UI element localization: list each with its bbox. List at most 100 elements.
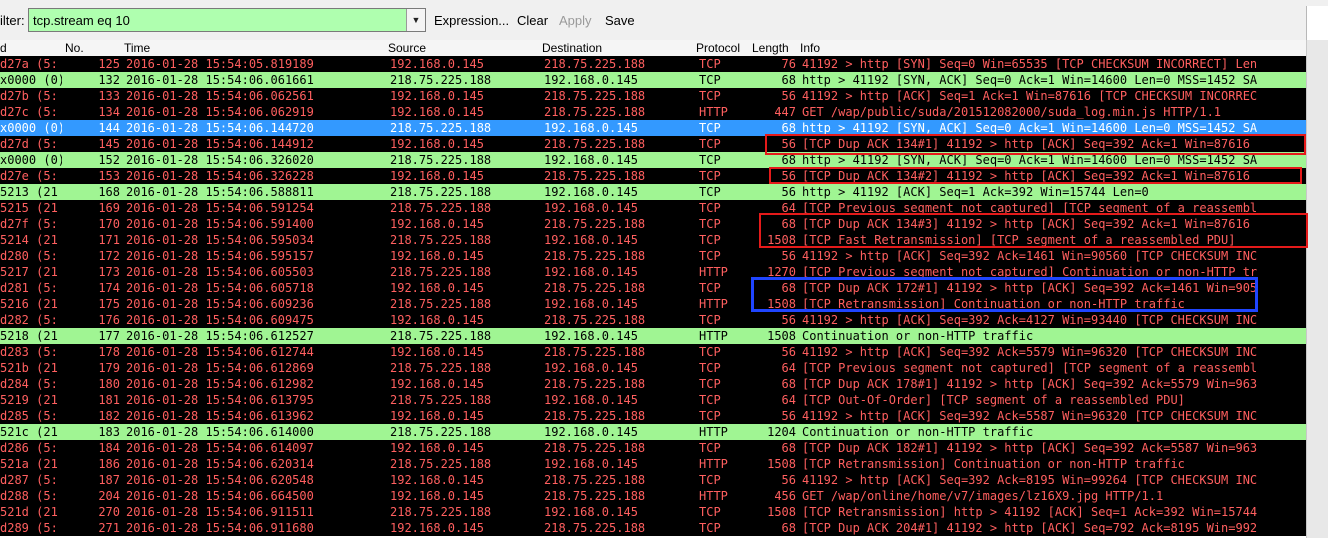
packet-info: 41192 > http [ACK] Seq=1 Ack=1 Win=87616… <box>802 89 1258 103</box>
packet-length: 1270 <box>767 265 796 279</box>
packet-id: 5219 (21 <box>0 393 58 407</box>
packet-destination: 218.75.225.188 <box>544 249 646 263</box>
packet-length: 68 <box>781 73 796 87</box>
packet-row[interactable]: d286 (5: 184 2016-01-28 15:54:06.614097 192… <box>0 440 1306 456</box>
packet-id: 5214 (21 <box>0 233 58 247</box>
packet-source: 192.168.0.145 <box>390 489 484 503</box>
packet-time: 2016-01-28 15:54:06.144912 <box>126 137 314 151</box>
packet-protocol: TCP <box>699 377 721 391</box>
packet-time: 2016-01-28 15:54:06.591254 <box>126 201 314 215</box>
packet-row[interactable]: d280 (5: 172 2016-01-28 15:54:06.595157 192… <box>0 248 1306 264</box>
packet-id: d287 (5: <box>0 473 58 487</box>
packet-protocol: TCP <box>699 313 721 327</box>
packet-row[interactable]: d282 (5: 176 2016-01-28 15:54:06.609475 192… <box>0 312 1306 328</box>
packet-row[interactable]: d27d (5: 145 2016-01-28 15:54:06.144912 192… <box>0 136 1306 152</box>
packet-id: d282 (5: <box>0 313 58 327</box>
packet-row[interactable]: x0000 (0) 152 2016-01-28 15:54:06.326020 21… <box>0 152 1306 168</box>
packet-time: 2016-01-28 15:54:06.614000 <box>126 425 314 439</box>
packet-row[interactable]: 5215 (21 169 2016-01-28 15:54:06.591254 218… <box>0 200 1306 216</box>
column-header-time[interactable]: Time <box>124 40 150 56</box>
packet-number: 184 <box>98 441 120 455</box>
packet-number: 181 <box>98 393 120 407</box>
column-header-protocol[interactable]: Protocol <box>696 40 740 56</box>
vertical-scrollbar[interactable] <box>1306 40 1328 538</box>
packet-length: 1508 <box>767 297 796 311</box>
packet-info: http > 41192 [SYN, ACK] Seq=0 Ack=1 Win=… <box>802 153 1258 167</box>
packet-row[interactable]: d27e (5: 153 2016-01-28 15:54:06.326228 192… <box>0 168 1306 184</box>
packet-number: 170 <box>98 217 120 231</box>
packet-id: 5217 (21 <box>0 265 58 279</box>
packet-row[interactable]: d27f (5: 170 2016-01-28 15:54:06.591400 192… <box>0 216 1306 232</box>
clear-button[interactable]: Clear <box>517 13 548 28</box>
packet-row[interactable]: d281 (5: 174 2016-01-28 15:54:06.605718 192… <box>0 280 1306 296</box>
packet-protocol: TCP <box>699 121 721 135</box>
packet-protocol: TCP <box>699 473 721 487</box>
packet-row[interactable]: 5217 (21 173 2016-01-28 15:54:06.605503 218… <box>0 264 1306 280</box>
packet-info: [TCP Retransmission] http > 41192 [ACK] … <box>802 505 1258 519</box>
packet-row[interactable]: d283 (5: 178 2016-01-28 15:54:06.612744 192… <box>0 344 1306 360</box>
apply-button[interactable]: Apply <box>559 13 592 28</box>
packet-info: http > 41192 [SYN, ACK] Seq=0 Ack=1 Win=… <box>802 121 1258 135</box>
packet-destination: 192.168.0.145 <box>544 361 638 375</box>
chevron-down-icon[interactable]: ▼ <box>406 9 425 31</box>
packet-destination: 192.168.0.145 <box>544 233 638 247</box>
filter-label: ilter: <box>0 13 25 28</box>
packet-row[interactable]: 521b (21 179 2016-01-28 15:54:06.612869 218… <box>0 360 1306 376</box>
display-filter-input[interactable] <box>33 12 403 28</box>
packet-time: 2016-01-28 15:54:06.591400 <box>126 217 314 231</box>
packet-id: d284 (5: <box>0 377 58 391</box>
packet-destination: 192.168.0.145 <box>544 201 638 215</box>
packet-row[interactable]: d285 (5: 182 2016-01-28 15:54:06.613962 192… <box>0 408 1306 424</box>
packet-row[interactable]: 521d (21 270 2016-01-28 15:54:06.911511 218… <box>0 504 1306 520</box>
packet-row[interactable]: 5213 (21 168 2016-01-28 15:54:06.588811 218… <box>0 184 1306 200</box>
packet-source: 192.168.0.145 <box>390 169 484 183</box>
packet-row[interactable]: d288 (5: 204 2016-01-28 15:54:06.664500 192… <box>0 488 1306 504</box>
packet-row[interactable]: 5218 (21 177 2016-01-28 15:54:06.612527 218… <box>0 328 1306 344</box>
packet-protocol: HTTP <box>699 329 728 343</box>
packet-length: 447 <box>774 105 796 119</box>
packet-source: 192.168.0.145 <box>390 409 484 423</box>
packet-row[interactable]: d27a (5: 125 2016-01-28 15:54:05.819189 192… <box>0 56 1306 72</box>
packet-row[interactable]: 5219 (21 181 2016-01-28 15:54:06.613795 218… <box>0 392 1306 408</box>
packet-row[interactable]: 5216 (21 175 2016-01-28 15:54:06.609236 218… <box>0 296 1306 312</box>
column-header-destination[interactable]: Destination <box>542 40 602 56</box>
packet-id: 5213 (21 <box>0 185 58 199</box>
packet-row[interactable]: x0000 (0) 144 2016-01-28 15:54:06.144720 21… <box>0 120 1306 136</box>
packet-source: 192.168.0.145 <box>390 441 484 455</box>
packet-id: 521d (21 <box>0 505 58 519</box>
column-header-info[interactable]: Info <box>800 40 820 56</box>
packet-row[interactable]: d284 (5: 180 2016-01-28 15:54:06.612982 192… <box>0 376 1306 392</box>
packet-protocol: HTTP <box>699 489 728 503</box>
packet-row[interactable]: d289 (5: 271 2016-01-28 15:54:06.911680 192… <box>0 520 1306 536</box>
packet-row[interactable]: d27c (5: 134 2016-01-28 15:54:06.062919 192… <box>0 104 1306 120</box>
packet-length: 56 <box>781 89 796 103</box>
column-header-id[interactable]: d <box>0 40 7 56</box>
packet-row[interactable]: 521a (21 186 2016-01-28 15:54:06.620314 218… <box>0 456 1306 472</box>
packet-destination: 218.75.225.188 <box>544 473 646 487</box>
save-button[interactable]: Save <box>605 13 635 28</box>
packet-id: 5215 (21 <box>0 201 58 215</box>
column-header-length[interactable]: Length <box>752 40 789 56</box>
packet-number: 134 <box>98 105 120 119</box>
packet-destination: 218.75.225.188 <box>544 137 646 151</box>
packet-protocol: HTTP <box>699 265 728 279</box>
packet-row[interactable]: d27b (5: 133 2016-01-28 15:54:06.062561 192… <box>0 88 1306 104</box>
packet-destination: 192.168.0.145 <box>544 185 638 199</box>
packet-source: 218.75.225.188 <box>390 393 492 407</box>
packet-protocol: HTTP <box>699 457 728 471</box>
packet-row[interactable]: 5214 (21 171 2016-01-28 15:54:06.595034 218… <box>0 232 1306 248</box>
packet-source: 192.168.0.145 <box>390 105 484 119</box>
column-header-source[interactable]: Source <box>388 40 426 56</box>
packet-number: 179 <box>98 361 120 375</box>
packet-info: [TCP Dup ACK 134#2] 41192 > http [ACK] S… <box>802 169 1250 183</box>
packet-row[interactable]: 521c (21 183 2016-01-28 15:54:06.614000 218… <box>0 424 1306 440</box>
packet-row[interactable]: x0000 (0) 132 2016-01-28 15:54:06.061661 21… <box>0 72 1306 88</box>
column-header-no[interactable]: No. <box>65 40 84 56</box>
packet-number: 125 <box>98 57 120 71</box>
filter-field[interactable]: ▼ <box>28 8 426 32</box>
packet-length: 1508 <box>767 233 796 247</box>
expression-button[interactable]: Expression... <box>434 13 509 28</box>
packet-destination: 218.75.225.188 <box>544 409 646 423</box>
packet-row[interactable]: d287 (5: 187 2016-01-28 15:54:06.620548 192… <box>0 472 1306 488</box>
packet-destination: 218.75.225.188 <box>544 105 646 119</box>
